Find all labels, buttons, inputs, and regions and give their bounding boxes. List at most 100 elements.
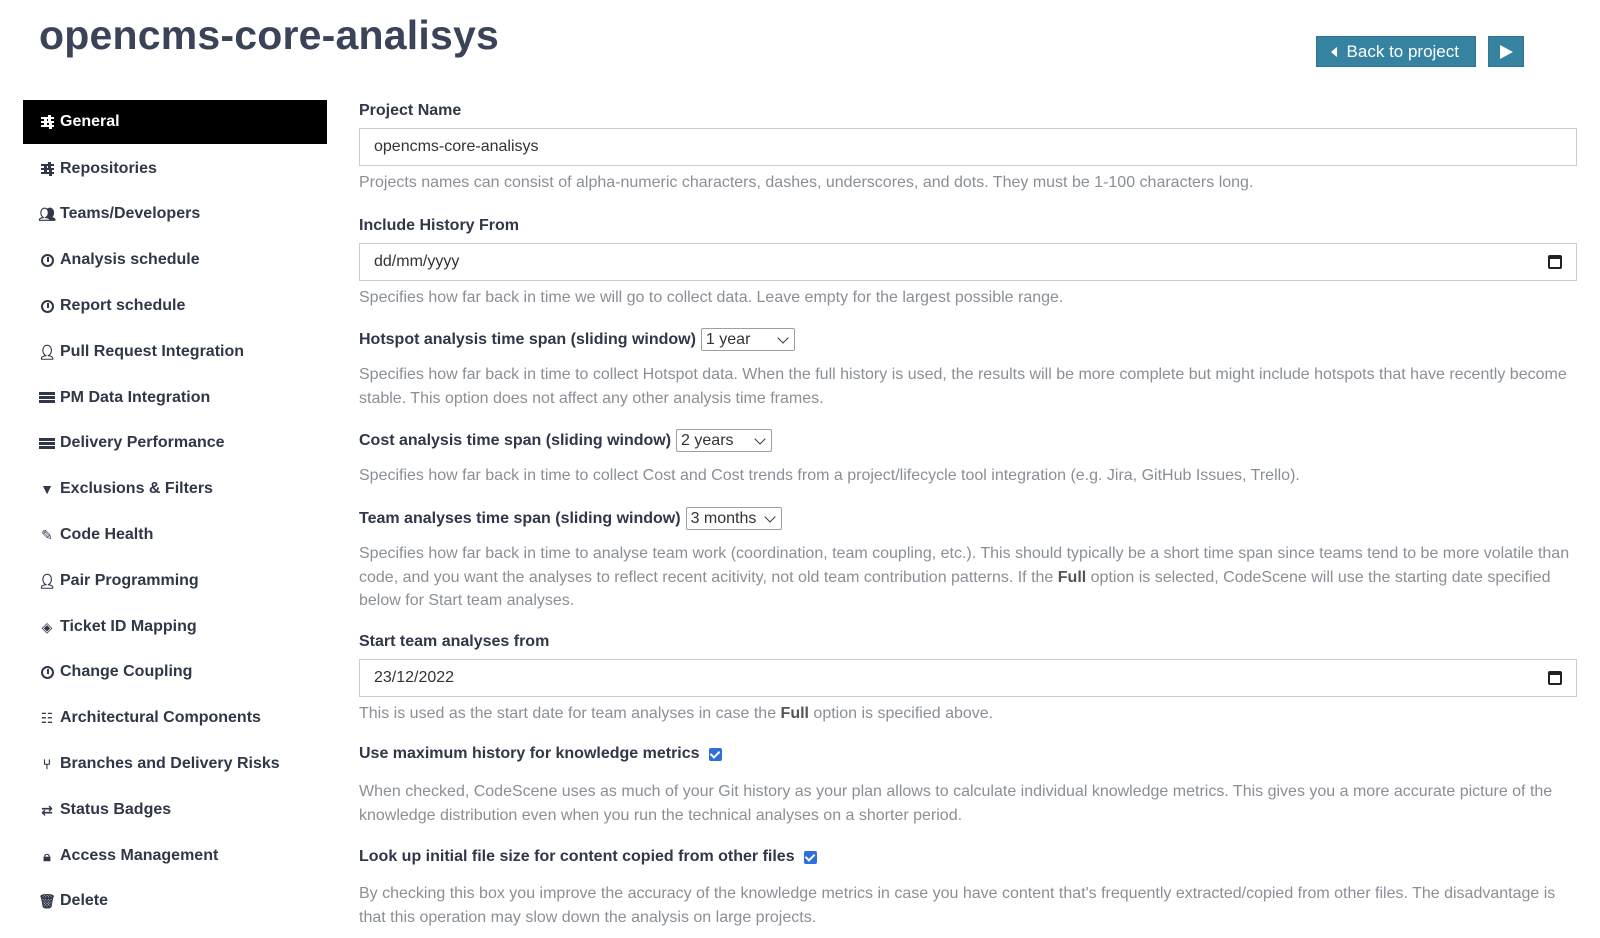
cost-span-value: 2 years [681, 431, 734, 449]
project-name-help: Projects names can consist of alpha-nume… [359, 174, 1254, 191]
back-to-project-button[interactable]: Back to project [1315, 36, 1476, 67]
sliders-icon [39, 161, 55, 176]
sidebar-item-teams-developers[interactable]: 👥︎ Teams/Developers [23, 192, 327, 238]
sidebar-item-label: Branches and Delivery Risks [60, 755, 280, 773]
page-title: opencms-core-analisys [39, 12, 499, 58]
team-span-help: Specifies how far back in time to analys… [359, 545, 1570, 609]
project-name-value: opencms-core-analisys [374, 138, 539, 155]
chevron-down-icon [777, 331, 789, 344]
settings-sidebar: General Repositories 👥︎ Teams/Developers… [23, 100, 327, 924]
sidebar-item-label: Architectural Components [60, 709, 261, 727]
sidebar-item-delivery-performance[interactable]: Delivery Performance [23, 421, 327, 467]
sidebar-item-label: Access Management [60, 846, 219, 864]
sidebar-item-access-management[interactable]: 🔒︎ Access Management [23, 833, 327, 879]
include-history-help: Specifies how far back in time we will g… [359, 289, 1064, 306]
cost-span-select[interactable]: 2 years [676, 429, 773, 452]
project-name-label: Project Name [359, 102, 462, 119]
max-history-label: Use maximum history for knowledge metric… [359, 745, 700, 762]
sliders-icon [39, 115, 55, 129]
sidebar-item-ticket-id-mapping[interactable]: ◈ Ticket ID Mapping [23, 604, 327, 650]
sidebar-item-exclusions-filters[interactable]: ▼︎ Exclusions & Filters [23, 466, 327, 512]
sidebar-item-label: Report schedule [60, 297, 186, 315]
sidebar-item-label: General [60, 113, 120, 130]
sidebar-item-pair-programming[interactable]: 👤︎ Pair Programming [23, 558, 327, 604]
clock-icon [39, 299, 55, 313]
sidebar-item-label: Delivery Performance [60, 434, 225, 452]
sidebar-item-label: Pull Request Integration [60, 342, 245, 360]
server-icon [39, 437, 55, 449]
branch-icon: ⑂ [42, 756, 52, 773]
sidebar-item-report-schedule[interactable]: Report schedule [23, 283, 327, 329]
hotspot-span-help: Specifies how far back in time to collec… [359, 366, 1567, 407]
start-team-date-input[interactable]: 23/12/2022 [359, 659, 1577, 697]
users-icon: 👥︎ [38, 206, 56, 223]
exchange-icon: ⇄ [41, 801, 53, 818]
top-actions: Back to project [1315, 36, 1524, 67]
include-history-date-input[interactable]: dd/mm/yyyy [359, 243, 1577, 281]
chevron-down-icon [763, 510, 776, 523]
hotspot-span-select[interactable]: 1 year [700, 328, 795, 351]
server-icon [39, 392, 55, 404]
sidebar-item-label: Exclusions & Filters [60, 480, 213, 498]
cost-span-row: Cost analysis time span (sliding window)… [359, 429, 773, 452]
chevron-down-icon [754, 432, 766, 445]
sidebar-item-pm-data-integration[interactable]: PM Data Integration [23, 375, 327, 421]
user-icon: 👤︎ [38, 343, 56, 360]
cost-span-help: Specifies how far back in time to collec… [359, 467, 1300, 484]
play-icon [1499, 44, 1513, 59]
sidebar-item-branches-delivery-risks[interactable]: ⑂ Branches and Delivery Risks [23, 741, 327, 787]
team-span-row: Team analyses time span (sliding window)… [359, 507, 782, 530]
sidebar-item-label: PM Data Integration [60, 388, 211, 406]
sidebar-item-label: Teams/Developers [60, 205, 201, 223]
sidebar-item-status-badges[interactable]: ⇄ Status Badges [23, 787, 327, 833]
sidebar-item-label: Ticket ID Mapping [60, 617, 197, 635]
team-span-label: Team analyses time span (sliding window) [359, 509, 681, 527]
sidebar-item-repositories[interactable]: Repositories [23, 146, 327, 192]
user-plus-icon: 👤︎ [38, 572, 56, 589]
project-name-input[interactable]: opencms-core-analisys [359, 128, 1577, 166]
calendar-icon[interactable] [1548, 671, 1562, 685]
max-history-help: When checked, CodeScene uses as much of … [359, 783, 1553, 824]
sidebar-item-label: Repositories [60, 159, 157, 177]
start-team-label: Start team analyses from [359, 633, 550, 650]
sidebar-item-architectural-components[interactable]: ☷ Architectural Components [23, 695, 327, 741]
sitemap-icon: ☷ [40, 710, 54, 727]
tag-icon: ◈ [41, 618, 53, 635]
hotspot-span-row: Hotspot analysis time span (sliding wind… [359, 328, 795, 351]
pen-icon: ✎ [41, 527, 53, 544]
hotspot-span-label: Hotspot analysis time span (sliding wind… [359, 330, 696, 348]
initial-size-checkbox[interactable] [803, 850, 817, 864]
sidebar-item-label: Pair Programming [60, 571, 199, 589]
sidebar-item-analysis-schedule[interactable]: Analysis schedule [23, 237, 327, 283]
max-history-checkbox[interactable] [708, 747, 722, 761]
lock-icon: 🔒︎ [43, 847, 51, 864]
sidebar-item-label: Change Coupling [60, 663, 193, 681]
max-history-row: Use maximum history for knowledge metric… [359, 745, 722, 763]
clock-icon [39, 253, 55, 267]
initial-size-row: Look up initial file size for content co… [359, 848, 817, 866]
sidebar-item-label: Code Health [60, 526, 154, 544]
team-span-value: 3 months [690, 509, 757, 527]
initial-size-label: Look up initial file size for content co… [359, 848, 795, 865]
settings-page: opencms-core-analisys Back to project Ge… [0, 0, 1600, 938]
include-history-label: Include History From [359, 217, 520, 234]
start-team-help: This is used as the start date for team … [359, 705, 994, 722]
trash-icon: 🗑︎ [38, 893, 56, 910]
sidebar-item-code-health[interactable]: ✎ Code Health [23, 512, 327, 558]
back-to-project-label: Back to project [1346, 41, 1459, 61]
play-button[interactable] [1488, 36, 1524, 67]
filter-icon: ▼︎ [40, 481, 54, 498]
sidebar-item-label: Analysis schedule [60, 251, 200, 269]
initial-size-help: By checking this box you improve the acc… [359, 885, 1556, 926]
sidebar-item-general[interactable]: General [23, 100, 327, 144]
sidebar-item-change-coupling[interactable]: Change Coupling [23, 650, 327, 696]
cost-span-label: Cost analysis time span (sliding window) [359, 431, 672, 449]
hotspot-span-value: 1 year [705, 330, 751, 348]
sidebar-item-delete[interactable]: 🗑︎ Delete [23, 879, 327, 925]
clock-icon [39, 665, 55, 679]
sidebar-item-label: Delete [60, 892, 109, 910]
sidebar-item-pull-request-integration[interactable]: 👤︎ Pull Request Integration [23, 329, 327, 375]
team-span-select[interactable]: 3 months [685, 507, 782, 530]
calendar-icon[interactable] [1548, 255, 1562, 269]
sidebar-item-label: Status Badges [60, 800, 172, 818]
